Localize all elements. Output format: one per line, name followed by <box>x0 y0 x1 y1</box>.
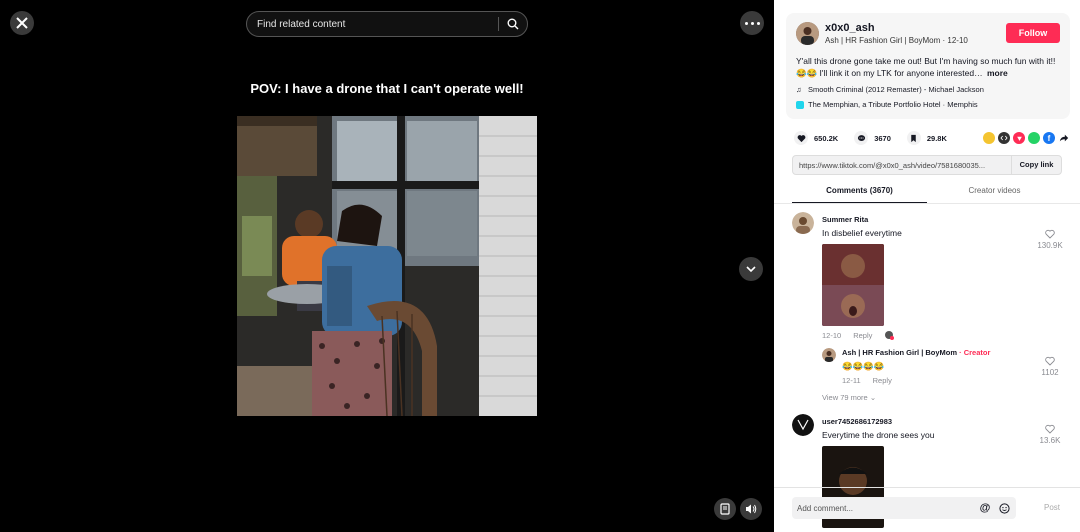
video-frame-image <box>237 116 537 416</box>
heart-outline-icon <box>1045 356 1055 366</box>
embed-icon[interactable] <box>983 132 995 144</box>
video-player[interactable] <box>237 116 537 416</box>
code-icon[interactable] <box>998 132 1010 144</box>
comment-like-count: 13.6K <box>1039 436 1061 445</box>
facebook-icon[interactable]: f <box>1043 132 1055 144</box>
tabs: Comments (3670) Creator videos <box>792 180 1062 204</box>
dot-icon <box>756 21 760 25</box>
chevron-down-icon: ⌄ <box>869 393 877 402</box>
heart-outline-icon <box>1045 229 1055 239</box>
location-row[interactable]: The Memphian, a Tribute Portfolio Hotel … <box>796 100 1060 109</box>
author-avatar[interactable] <box>796 22 819 45</box>
report-icon <box>720 503 730 515</box>
save-stat[interactable]: 29.8K <box>906 131 947 145</box>
follow-button[interactable]: Follow <box>1006 23 1060 43</box>
video-caption: POV: I have a drone that I can't operate… <box>250 81 524 96</box>
tab-comments[interactable]: Comments (3670) <box>792 180 927 203</box>
comment-like-button[interactable]: 130.9K <box>1032 229 1068 250</box>
report-button[interactable] <box>714 498 736 520</box>
dot-icon <box>750 21 754 25</box>
whatsapp-icon[interactable] <box>1028 132 1040 144</box>
video-area: POV: I have a drone that I can't operate… <box>0 0 774 532</box>
reply-date: 12-11 <box>842 376 861 385</box>
search-icon[interactable] <box>499 18 527 30</box>
share-icons: f <box>980 132 1070 144</box>
next-video-button[interactable] <box>739 257 763 281</box>
input-divider <box>774 487 1080 488</box>
comment-gif[interactable] <box>822 244 884 326</box>
more-link[interactable]: more <box>987 68 1008 78</box>
comment-item: Summer Rita In disbelief everytime 12-10… <box>792 212 1068 402</box>
comment-footer: 12-10 Reply <box>822 330 1068 340</box>
view-more-replies[interactable]: View 79 more ⌄ <box>822 393 1068 402</box>
comment-date: 12-10 <box>822 330 842 340</box>
close-button[interactable] <box>10 11 34 35</box>
author-subtitle: Ash | HR Fashion Girl | BoyMom · 12-10 <box>825 36 968 45</box>
more-options-button[interactable] <box>740 11 764 35</box>
comment-icon <box>854 131 869 145</box>
comment-like-count: 130.9K <box>1037 241 1063 250</box>
location-icon <box>796 100 804 109</box>
link-box: https://www.tiktok.com/@x0x0_ash/video/7… <box>792 155 1062 175</box>
close-icon <box>16 17 28 29</box>
tabs-divider <box>774 203 1080 204</box>
reply-reply-button[interactable]: Reply <box>873 376 892 385</box>
view-more-label: View 79 more <box>822 393 868 402</box>
reply-like-count: 1102 <box>1041 368 1059 377</box>
chevron-down-icon <box>746 266 756 273</box>
creator-badge: · Creator <box>959 348 991 357</box>
dot-icon <box>744 21 748 25</box>
tab-creator-videos[interactable]: Creator videos <box>927 180 1062 203</box>
emoji-icon[interactable] <box>997 501 1011 515</box>
author-username[interactable]: x0x0_ash <box>825 22 1006 34</box>
commenter-avatar[interactable] <box>792 212 814 234</box>
music-title: Smooth Criminal (2012 Remaster) - Michae… <box>808 85 984 94</box>
video-url[interactable]: https://www.tiktok.com/@x0x0_ash/video/7… <box>793 161 1011 170</box>
comment-count: 3670 <box>874 133 891 143</box>
location-name: The Memphian, a Tribute Portfolio Hotel … <box>808 100 978 109</box>
reply-avatar[interactable] <box>822 348 836 362</box>
author-card: x0x0_ash Ash | HR Fashion Girl | BoyMom … <box>786 13 1070 119</box>
comment-list: Summer Rita In disbelief everytime 12-10… <box>792 212 1068 528</box>
comment-input[interactable] <box>797 503 978 513</box>
send-icon[interactable] <box>1013 132 1025 144</box>
reply-button[interactable]: Reply <box>853 331 872 340</box>
music-row[interactable]: ♫ Smooth Criminal (2012 Remaster) - Mich… <box>796 85 1060 94</box>
bookmark-icon <box>906 131 921 145</box>
commenter-name[interactable]: Summer Rita <box>822 215 1068 224</box>
like-stat[interactable]: 650.2K <box>794 131 838 145</box>
video-description: Y'all this drone gone take me out! But I… <box>796 55 1060 79</box>
reply-author-name[interactable]: Ash | HR Fashion Girl | BoyMom <box>842 348 957 357</box>
commenter-avatar[interactable] <box>792 414 814 436</box>
heart-outline-icon <box>1045 424 1055 434</box>
comment-input-box: @ <box>792 497 1016 519</box>
heart-icon <box>794 131 808 145</box>
search-input[interactable] <box>257 18 498 30</box>
music-note-icon: ♫ <box>796 85 802 94</box>
post-button[interactable]: Post <box>1044 503 1060 512</box>
comment-stat[interactable]: 3670 <box>854 131 891 145</box>
share-arrow-icon[interactable] <box>1058 132 1070 144</box>
save-count: 29.8K <box>926 133 947 143</box>
mention-icon[interactable]: @ <box>978 501 992 515</box>
reply-like-button[interactable]: 1102 <box>1032 356 1068 377</box>
volume-icon <box>746 504 757 514</box>
comment-like-button[interactable]: 13.6K <box>1032 424 1068 445</box>
reply-item: Ash | HR Fashion Girl | BoyMom · Creator… <box>822 348 1068 385</box>
details-panel: x0x0_ash Ash | HR Fashion Girl | BoyMom … <box>774 0 1080 532</box>
volume-button[interactable] <box>740 498 762 520</box>
like-count: 650.2K <box>814 133 839 143</box>
search-bar[interactable] <box>246 11 528 37</box>
stats-row: 650.2K 3670 29.8K f <box>794 130 1070 146</box>
copy-link-button[interactable]: Copy link <box>1011 156 1061 174</box>
reply-footer: 12-11 Reply <box>842 376 1068 385</box>
description-text: Y'all this drone gone take me out! But I… <box>796 56 1056 78</box>
creator-liked-icon <box>885 331 895 340</box>
